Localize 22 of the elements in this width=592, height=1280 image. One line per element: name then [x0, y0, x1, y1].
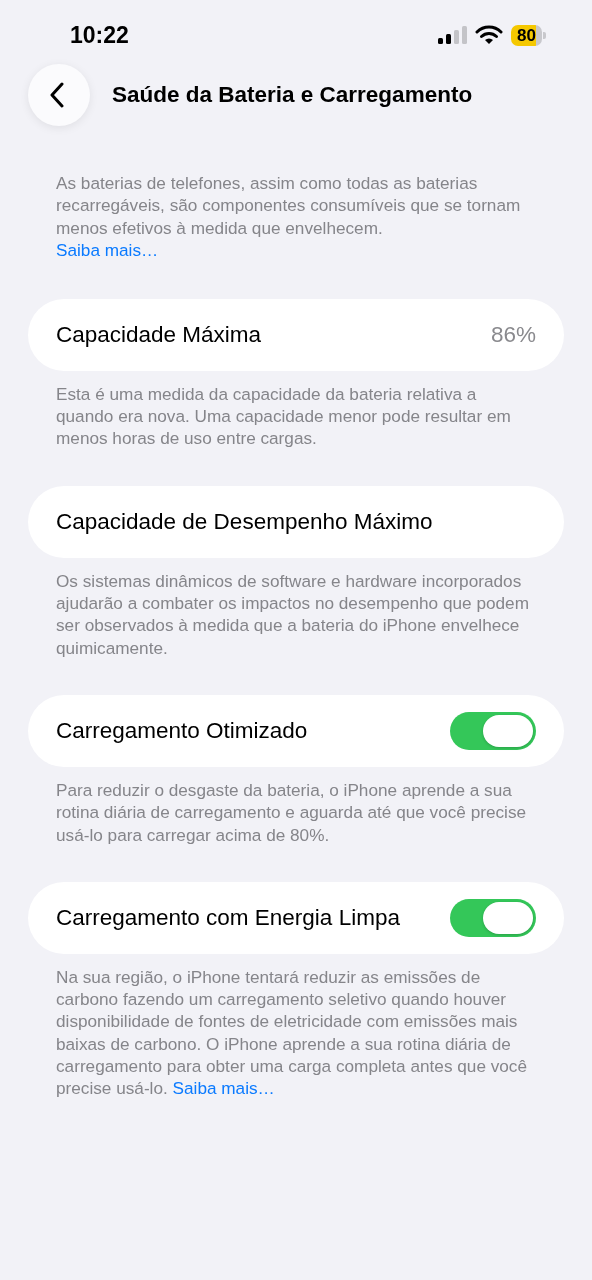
- toggle-switch[interactable]: [450, 711, 536, 750]
- description-text: Esta é uma medida da capacidade da bateria relativa a quando era nova. Uma capacidade menor pode resultar em menos horas de uso entre cargas.: [55, 382, 512, 450]
- clock-time: 10:22: [70, 21, 129, 49]
- row-label: Carregamento com Energia Limpa: [56, 904, 400, 931]
- description-text: Na sua região, o iPhone tentará reduzir as emissões de carbono fazendo um carregamento seletivo quando houver disponibilidade de fontes de eletricidade com emissões mais baixas de carbono. O iPhone aprende a sua rotina diária de carregamento para obter uma carga completa antes que você precise usá-lo. Saiba mais…: [55, 965, 529, 1100]
- description-text: Para reduzir o desgaste da bateria, o iPhone aprende a sua rotina diária de carregamento e aguarda até que você precise usá-lo para carregar acima de 80%.: [55, 778, 528, 846]
- chevron-left-icon: [50, 82, 64, 108]
- toggle-switch[interactable]: [450, 898, 536, 937]
- row-label: Capacidade Máxima: [56, 321, 262, 348]
- wifi-icon: [475, 25, 504, 45]
- row-label: Capacidade de Desempenho Máximo: [56, 508, 433, 535]
- learn-more-link[interactable]: Saiba mais…: [56, 238, 159, 261]
- description-text: As baterias de telefones, assim como todas as baterias recarregáveis, são componentes consumíveis que se tornam menos efetivos à medida que envelhecem.: [55, 172, 522, 239]
- learn-more-link[interactable]: Saiba mais…: [172, 1078, 275, 1099]
- signal-icon: [437, 25, 468, 45]
- settings-row[interactable]: Carregamento Otimizado: [28, 694, 564, 767]
- settings-row[interactable]: Carregamento com Energia Limpa: [28, 881, 564, 954]
- page-title: Saúde da Bateria e Carregamento: [112, 82, 473, 108]
- row-label: Carregamento Otimizado: [56, 717, 308, 744]
- battery-indicator: 80: [511, 24, 542, 46]
- row-value: 86%: [490, 321, 536, 348]
- description-text: Os sistemas dinâmicos de software e hardware incorporados ajudarão a combater os impactos no desempenho que podem ser observados à medida que a bateria do iPhone envelhece quimicamente.: [55, 569, 530, 659]
